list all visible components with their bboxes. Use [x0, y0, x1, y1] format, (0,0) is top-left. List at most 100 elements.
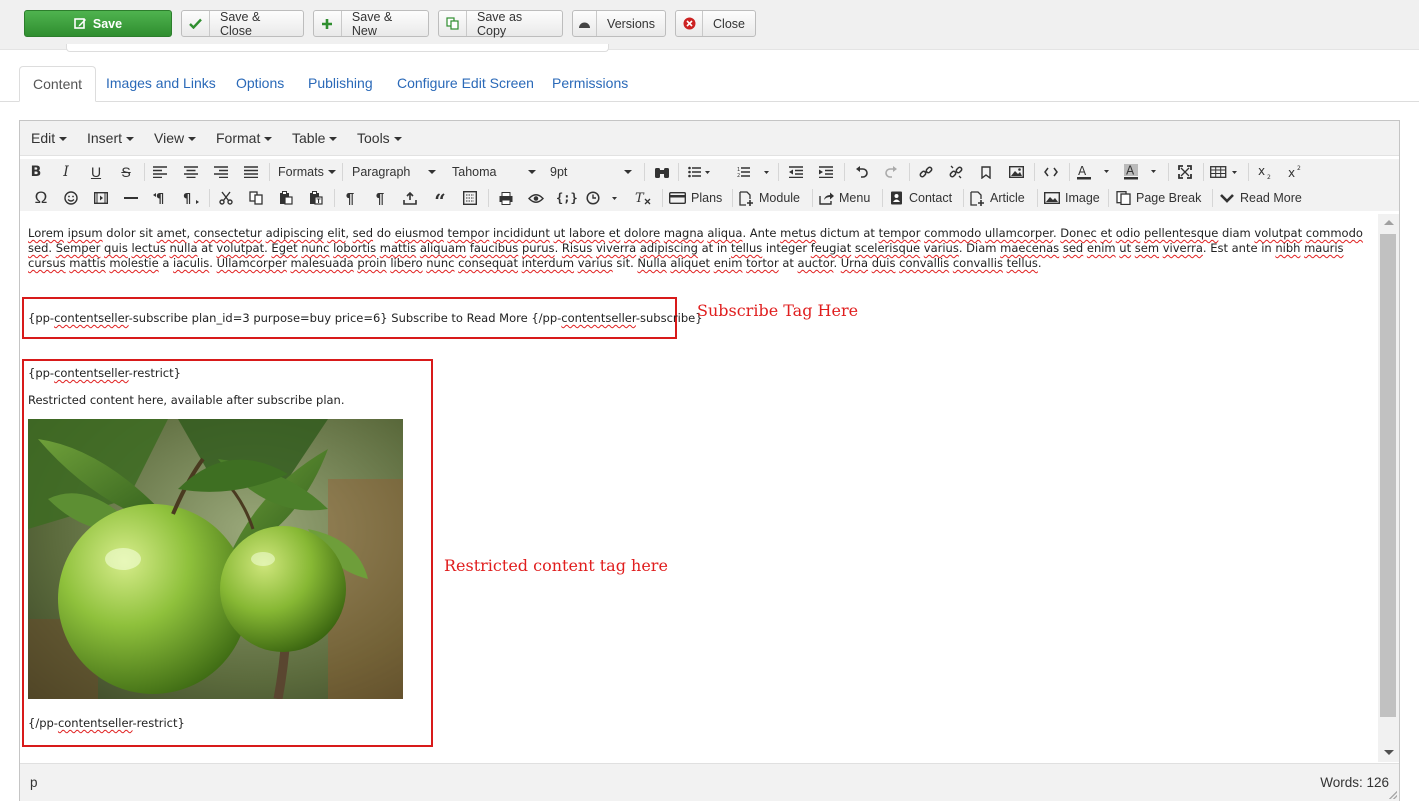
- bullet-list-button[interactable]: [688, 162, 710, 182]
- edit-tabs: Content Images and Links Options Publish…: [0, 66, 1419, 102]
- anchor-button[interactable]: [976, 162, 996, 182]
- indent-button[interactable]: [816, 162, 836, 182]
- unlink-button[interactable]: [946, 162, 966, 182]
- resize-grip-icon[interactable]: [1389, 791, 1397, 799]
- insert-link-button[interactable]: [916, 162, 936, 182]
- upload-button[interactable]: [400, 188, 420, 208]
- menu-edit[interactable]: Edit: [31, 130, 68, 146]
- fullscreen-button[interactable]: [1175, 162, 1195, 182]
- misspelled-word: metus: [780, 226, 817, 240]
- tab-options[interactable]: Options: [223, 66, 297, 102]
- misspelled-word: tellus: [1006, 256, 1038, 270]
- preview-button[interactable]: [526, 188, 546, 208]
- editor-content-area[interactable]: Lorem ipsum dolor sit amet, consectetur …: [20, 214, 1378, 762]
- show-blocks-button[interactable]: ¶: [340, 188, 360, 208]
- save-button[interactable]: Save: [24, 10, 172, 37]
- align-right-button[interactable]: [211, 162, 231, 182]
- strikethrough-button[interactable]: S: [116, 162, 136, 182]
- code-sample-button[interactable]: {;}: [556, 188, 578, 208]
- element-path[interactable]: p: [30, 775, 38, 790]
- scroll-thumb[interactable]: [1380, 234, 1396, 717]
- horizontal-rule-button[interactable]: [121, 188, 141, 208]
- menu-format[interactable]: Format: [216, 130, 273, 146]
- menu-view[interactable]: View: [154, 130, 197, 146]
- undo-button[interactable]: [851, 162, 871, 182]
- insert-media-button[interactable]: [91, 188, 111, 208]
- misspelled-word: convallis: [952, 256, 1003, 270]
- module-button[interactable]: Module: [739, 188, 811, 208]
- menu-insert[interactable]: Insert: [87, 130, 135, 146]
- ltr-button[interactable]: ¶: [151, 188, 171, 208]
- print-button[interactable]: [496, 188, 516, 208]
- insert-datetime-button[interactable]: [586, 188, 620, 208]
- special-character-button[interactable]: Ω: [31, 188, 51, 208]
- align-left-button[interactable]: [150, 162, 170, 182]
- article-button[interactable]: Article: [970, 188, 1036, 208]
- clear-formatting-button[interactable]: T: [633, 188, 653, 208]
- tab-permissions[interactable]: Permissions: [539, 66, 641, 102]
- underline-button[interactable]: U: [86, 162, 106, 182]
- formats-dropdown[interactable]: Formats: [278, 162, 340, 182]
- image-plugin-button[interactable]: Image: [1044, 188, 1110, 208]
- eye-icon: [528, 193, 544, 203]
- misspelled-word: cursus: [28, 256, 66, 270]
- contact-button[interactable]: Contact: [890, 188, 962, 208]
- paste-text-button[interactable]: T: [306, 188, 326, 208]
- scroll-up-arrow-icon[interactable]: [1384, 220, 1394, 225]
- close-button[interactable]: Close: [675, 10, 756, 37]
- redo-button[interactable]: [881, 162, 901, 182]
- paste-button[interactable]: [276, 188, 296, 208]
- tab-configure-edit-screen[interactable]: Configure Edit Screen: [384, 66, 547, 102]
- page-break-button[interactable]: Page Break: [1116, 188, 1210, 208]
- copy-button[interactable]: [246, 188, 266, 208]
- blockquote-button[interactable]: “: [430, 188, 450, 211]
- numbered-list-button[interactable]: 12: [737, 162, 771, 182]
- misspelled-word: quis: [104, 241, 128, 255]
- pilcrow-alt-icon: ¶: [375, 189, 385, 207]
- misspelled-word: lectus: [131, 241, 166, 255]
- insert-image-button[interactable]: [1006, 162, 1026, 182]
- text-color-button[interactable]: A: [1077, 162, 1111, 182]
- font-family-dropdown[interactable]: Tahoma: [452, 162, 536, 182]
- versions-button[interactable]: Versions: [572, 10, 666, 37]
- save-close-label: Save & Close: [219, 9, 261, 38]
- bold-button[interactable]: B: [26, 162, 46, 182]
- format-toolbar-row-1: B I U S Formats Paragraph Tahoma 9pt 1 2…: [20, 159, 1399, 185]
- action-toolbar: Save Save & Close Save & New Save as Cop…: [0, 0, 1419, 50]
- background-color-button[interactable]: A: [1124, 162, 1158, 182]
- source-code-button[interactable]: [1041, 162, 1061, 182]
- menu-item-button[interactable]: Menu: [819, 188, 885, 208]
- italic-button[interactable]: I: [56, 162, 76, 182]
- emoticons-button[interactable]: [61, 188, 81, 208]
- tab-content[interactable]: Content: [19, 66, 97, 102]
- misspelled-word: sem: [1134, 241, 1160, 255]
- find-replace-button[interactable]: [652, 162, 672, 182]
- save-close-button[interactable]: Save & Close: [181, 9, 304, 38]
- save-new-button[interactable]: Save & New: [313, 10, 429, 38]
- rtl-button[interactable]: ¶: [181, 188, 201, 208]
- tab-images-and-links[interactable]: Images and Links: [93, 66, 229, 102]
- superscript-button[interactable]: x2: [1286, 162, 1306, 182]
- cut-button[interactable]: [216, 188, 236, 208]
- font-size-dropdown[interactable]: 9pt: [550, 162, 632, 182]
- green-apples-image: [28, 419, 403, 699]
- table-button[interactable]: [1210, 162, 1240, 182]
- misspelled-word: purus: [521, 241, 555, 255]
- plans-button[interactable]: Plans: [669, 188, 731, 208]
- block-format-dropdown[interactable]: Paragraph: [352, 162, 436, 182]
- template-button[interactable]: [460, 188, 480, 208]
- align-center-button[interactable]: [181, 162, 201, 182]
- close-circle-icon: [676, 11, 704, 36]
- menu-tools[interactable]: Tools: [357, 130, 402, 146]
- align-justify-button[interactable]: [241, 162, 261, 182]
- menu-table[interactable]: Table: [292, 130, 338, 146]
- tab-publishing[interactable]: Publishing: [295, 66, 386, 102]
- read-more-button[interactable]: Read More: [1220, 188, 1310, 208]
- save-as-copy-button[interactable]: Save as Copy: [438, 10, 563, 38]
- outdent-button[interactable]: [786, 162, 806, 182]
- pilcrow-icon: ¶: [345, 189, 355, 207]
- content-scrollbar[interactable]: [1378, 214, 1399, 762]
- visual-chars-button[interactable]: ¶: [370, 188, 390, 208]
- subscript-button[interactable]: x2: [1256, 162, 1276, 182]
- scroll-down-arrow-icon[interactable]: [1384, 750, 1394, 755]
